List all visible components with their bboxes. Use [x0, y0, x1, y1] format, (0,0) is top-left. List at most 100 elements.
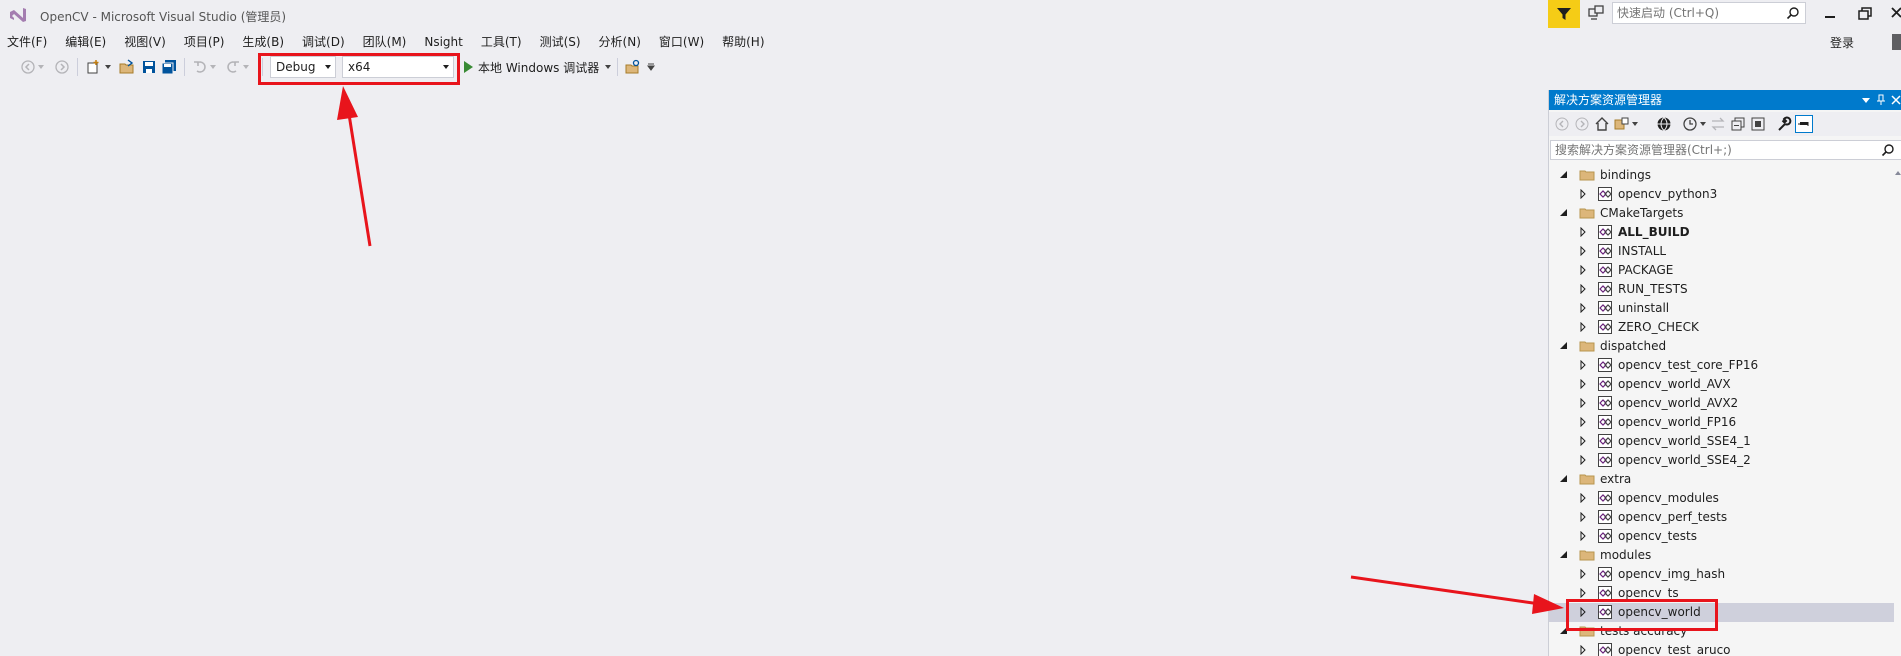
menu-nsight[interactable]: Nsight [417, 32, 474, 52]
menu-tools[interactable]: 工具(T) [474, 32, 533, 52]
expanded-triangle-icon[interactable] [1559, 474, 1569, 484]
undo-dropdown-icon[interactable] [209, 57, 217, 77]
menu-team[interactable]: 团队(M) [356, 32, 418, 52]
search-icon[interactable] [1786, 6, 1800, 20]
find-in-files-button[interactable] [624, 57, 642, 77]
tree-project-row[interactable]: opencv_modules [1549, 489, 1894, 508]
collapsed-triangle-icon[interactable] [1578, 360, 1588, 370]
tree-project-row[interactable]: ALL_BUILD [1549, 223, 1894, 242]
debugger-dropdown-icon[interactable] [604, 57, 612, 77]
tree-project-row[interactable]: opencv_world_SSE4_1 [1549, 432, 1894, 451]
redo-dropdown-icon[interactable] [242, 57, 250, 77]
save-button[interactable] [140, 57, 158, 77]
expanded-triangle-icon[interactable] [1559, 341, 1569, 351]
redo-button[interactable] [225, 57, 241, 77]
expanded-triangle-icon[interactable] [1559, 170, 1569, 180]
solution-explorer-search-input[interactable] [1551, 141, 1879, 159]
navigate-back-button[interactable] [20, 57, 36, 77]
tree-project-row[interactable]: INSTALL [1549, 242, 1894, 261]
collapsed-triangle-icon[interactable] [1578, 379, 1588, 389]
local-debugger-label[interactable]: 本地 Windows 调试器 [478, 57, 606, 77]
tree-folder-row[interactable]: modules [1549, 546, 1894, 565]
restore-icon[interactable] [1855, 6, 1875, 22]
collapsed-triangle-icon[interactable] [1578, 588, 1588, 598]
open-file-button[interactable] [118, 57, 136, 77]
tree-folder-row[interactable]: bindings [1549, 166, 1894, 185]
collapsed-triangle-icon[interactable] [1578, 227, 1588, 237]
se-pending-changes-button[interactable] [1681, 115, 1699, 133]
tree-project-row[interactable]: uninstall [1549, 299, 1894, 318]
se-properties-button[interactable] [1775, 115, 1793, 133]
solution-explorer-search-box[interactable] [1550, 140, 1901, 160]
collapsed-triangle-icon[interactable] [1578, 284, 1588, 294]
navigate-forward-button[interactable] [54, 57, 70, 77]
collapsed-triangle-icon[interactable] [1578, 436, 1588, 446]
menu-project[interactable]: 项目(P) [177, 32, 236, 52]
se-active-toggle-button[interactable] [1795, 115, 1813, 133]
menu-debug[interactable]: 调试(D) [295, 32, 356, 52]
back-dropdown-icon[interactable] [37, 57, 45, 77]
menu-edit[interactable]: 编辑(E) [58, 32, 117, 52]
se-sync-button[interactable] [1709, 115, 1727, 133]
collapsed-triangle-icon[interactable] [1578, 189, 1588, 199]
tree-project-row[interactable]: opencv_tests [1549, 527, 1894, 546]
collapsed-triangle-icon[interactable] [1578, 569, 1588, 579]
se-forward-button[interactable] [1573, 115, 1591, 133]
collapsed-triangle-icon[interactable] [1578, 246, 1588, 256]
tree-project-row[interactable]: opencv_python3 [1549, 185, 1894, 204]
tree-folder-row[interactable]: CMakeTargets [1549, 204, 1894, 223]
tree-project-row[interactable]: RUN_TESTS [1549, 280, 1894, 299]
collapsed-triangle-icon[interactable] [1578, 493, 1588, 503]
scroll-up-icon[interactable] [1894, 169, 1901, 177]
collapsed-triangle-icon[interactable] [1578, 531, 1588, 541]
menu-help[interactable]: 帮助(H) [715, 32, 775, 52]
collapsed-triangle-icon[interactable] [1578, 303, 1588, 313]
tree-project-row[interactable]: opencv_test_aruco [1549, 641, 1894, 656]
minimize-icon[interactable] [1820, 6, 1840, 22]
menu-build[interactable]: 生成(B) [235, 32, 295, 52]
tree-folder-row[interactable]: extra [1549, 470, 1894, 489]
expanded-triangle-icon[interactable] [1559, 550, 1569, 560]
close-icon[interactable] [1890, 4, 1901, 24]
tree-project-row[interactable]: opencv_test_core_FP16 [1549, 356, 1894, 375]
remote-connect-icon[interactable] [1586, 4, 1606, 24]
start-debugging-button[interactable] [462, 57, 474, 77]
solution-explorer-scrollbar[interactable] [1894, 166, 1901, 656]
user-account-icon[interactable] [1892, 34, 1901, 50]
sign-in-link[interactable]: 登录 [1830, 34, 1854, 51]
se-collapse-all-button[interactable] [1729, 115, 1747, 133]
quick-launch-input[interactable] [1613, 3, 1781, 23]
toolbar-overflow-icon[interactable] [646, 57, 656, 77]
se-show-all-files-button[interactable] [1655, 115, 1673, 133]
collapsed-triangle-icon[interactable] [1578, 645, 1588, 655]
tree-project-row[interactable]: opencv_perf_tests [1549, 508, 1894, 527]
tree-project-row[interactable]: opencv_world_AVX2 [1549, 394, 1894, 413]
tree-project-row[interactable]: PACKAGE [1549, 261, 1894, 280]
close-panel-icon[interactable] [1888, 92, 1901, 108]
collapsed-triangle-icon[interactable] [1578, 512, 1588, 522]
tree-project-row[interactable]: opencv_world_AVX [1549, 375, 1894, 394]
auto-hide-pin-icon[interactable] [1873, 92, 1889, 108]
menu-file[interactable]: 文件(F) [0, 32, 58, 52]
tree-project-row[interactable]: opencv_img_hash [1549, 565, 1894, 584]
tree-project-row[interactable]: opencv_world_FP16 [1549, 413, 1894, 432]
window-position-dropdown-icon[interactable] [1858, 92, 1874, 108]
menu-test[interactable]: 测试(S) [533, 32, 592, 52]
tree-project-row[interactable]: opencv_world_SSE4_2 [1549, 451, 1894, 470]
menu-analyze[interactable]: 分析(N) [592, 32, 652, 52]
new-project-button[interactable] [84, 57, 102, 77]
collapsed-triangle-icon[interactable] [1578, 265, 1588, 275]
expanded-triangle-icon[interactable] [1559, 208, 1569, 218]
save-all-button[interactable] [160, 57, 178, 77]
undo-button[interactable] [192, 57, 208, 77]
se-switch-views-button[interactable] [1613, 115, 1631, 133]
notifications-filter-button[interactable] [1548, 0, 1580, 28]
tree-folder-row[interactable]: dispatched [1549, 337, 1894, 356]
new-dropdown-icon[interactable] [104, 57, 112, 77]
se-preview-button[interactable] [1749, 115, 1767, 133]
se-back-button[interactable] [1553, 115, 1571, 133]
collapsed-triangle-icon[interactable] [1578, 455, 1588, 465]
se-home-button[interactable] [1593, 115, 1611, 133]
quick-launch-box[interactable] [1612, 2, 1806, 24]
search-icon[interactable] [1881, 143, 1895, 157]
